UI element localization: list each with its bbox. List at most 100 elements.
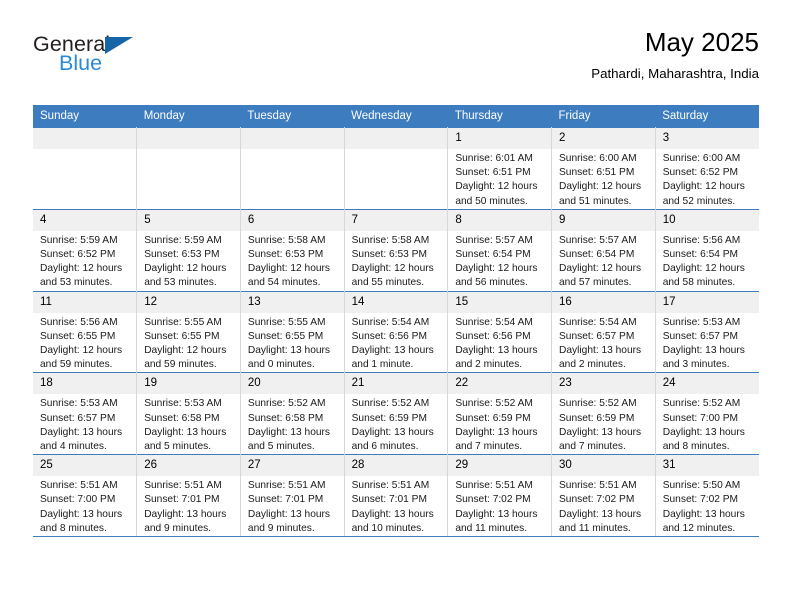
calendar-day-cell-empty — [33, 127, 138, 210]
day-detail-line: Daylight: 12 hours — [559, 181, 642, 193]
calendar-day-cell[interactable]: 22 Sunrise: 5:52 AM Sunset: 6:59 PM Dayligh… — [447, 372, 553, 455]
day-details: Sunrise: 5:51 AM Sunset: 7:02 PM Daylight:… — [448, 476, 551, 536]
calendar-day-cell[interactable]: 4 Sunrise: 5:59 AM Sunset: 6:52 PM Daylight… — [33, 208, 138, 292]
calendar-week-row: 18 Sunrise: 5:53 AM Sunset: 6:57 PM Dayligh… — [33, 372, 759, 455]
calendar-day-cell[interactable]: 10 Sunrise: 5:56 AM Sunset: 6:54 PM Dayligh… — [655, 208, 759, 292]
location-subtitle: Pathardi, Maharashtra, India — [591, 65, 759, 81]
calendar-day-cell[interactable]: 7 Sunrise: 5:58 AM Sunset: 6:53 PM Daylight… — [344, 208, 449, 292]
day-detail-line: Sunrise: 6:00 AM — [559, 153, 637, 164]
day-number: 11 — [33, 291, 137, 313]
day-detail-line: Sunset: 6:55 PM — [40, 330, 116, 342]
calendar-day-cell[interactable]: 21 Sunrise: 5:52 AM Sunset: 6:59 PM Dayligh… — [344, 372, 449, 455]
day-detail-line: Sunrise: 5:57 AM — [559, 234, 637, 246]
day-detail-line: and 58 minutes. — [662, 277, 736, 289]
day-detail-line: Sunrise: 5:53 AM — [662, 316, 741, 328]
calendar-day-cell[interactable]: 8 Sunrise: 5:57 AM Sunset: 6:54 PM Daylight… — [447, 208, 553, 292]
calendar-day-cell[interactable]: 18 Sunrise: 5:53 AM Sunset: 6:57 PM Dayligh… — [33, 372, 138, 455]
day-number — [344, 128, 448, 149]
day-detail-line: Daylight: 13 hours — [247, 508, 331, 520]
calendar-day-cell[interactable]: 27 Sunrise: 5:51 AM Sunset: 7:01 PM Dayligh… — [240, 454, 345, 538]
day-detail-line: Sunrise: 5:52 AM — [247, 398, 326, 410]
calendar-week-row: 11 Sunrise: 5:56 AM Sunset: 6:55 PM Dayligh… — [33, 290, 759, 373]
day-detail-line: and 9 minutes. — [247, 522, 315, 534]
calendar-day-cell[interactable]: 1 Sunrise: 6:01 AM Sunset: 6:51 PM Daylight… — [447, 127, 553, 210]
day-detail-line: Daylight: 13 hours — [351, 345, 434, 357]
day-detail-line: Daylight: 13 hours — [455, 426, 538, 438]
calendar-day-cell[interactable]: 11 Sunrise: 5:56 AM Sunset: 6:55 PM Dayligh… — [33, 290, 138, 373]
day-details: Sunrise: 6:00 AM Sunset: 6:52 PM Daylight:… — [656, 149, 759, 209]
day-number: 27 — [240, 455, 344, 477]
day-details: Sunrise: 5:58 AM Sunset: 6:53 PM Daylight:… — [345, 231, 448, 291]
calendar-day-cell[interactable]: 23 Sunrise: 5:52 AM Sunset: 6:59 PM Dayligh… — [551, 372, 656, 455]
day-detail-line: and 9 minutes. — [144, 522, 212, 534]
day-number: 1 — [448, 128, 552, 149]
general-blue-logo[interactable]: General Blue — [33, 33, 233, 90]
calendar-day-cell[interactable]: 5 Sunrise: 5:59 AM Sunset: 6:53 PM Daylight… — [136, 208, 241, 292]
day-detail-line: Sunrise: 5:59 AM — [144, 234, 222, 246]
day-detail-line: Sunrise: 6:00 AM — [662, 153, 741, 164]
day-detail-line: Sunset: 6:59 PM — [351, 412, 427, 424]
calendar-day-cell[interactable]: 29 Sunrise: 5:51 AM Sunset: 7:02 PM Dayligh… — [447, 454, 553, 538]
calendar-day-cell[interactable]: 15 Sunrise: 5:54 AM Sunset: 6:56 PM Dayligh… — [447, 290, 553, 373]
calendar-day-cell[interactable]: 26 Sunrise: 5:51 AM Sunset: 7:01 PM Dayligh… — [136, 454, 241, 538]
day-detail-line: Daylight: 13 hours — [40, 426, 123, 438]
day-detail-line: Daylight: 13 hours — [455, 508, 538, 520]
calendar-day-cell[interactable]: 13 Sunrise: 5:55 AM Sunset: 6:55 PM Dayligh… — [240, 290, 345, 373]
day-detail-line: and 2 minutes. — [559, 359, 626, 371]
day-detail-line: Sunset: 6:53 PM — [247, 249, 324, 261]
day-number: 31 — [655, 455, 759, 477]
day-detail-line: Sunrise: 5:52 AM — [662, 398, 741, 410]
day-detail-line: Sunrise: 5:59 AM — [40, 234, 118, 246]
calendar-day-cell[interactable]: 30 Sunrise: 5:51 AM Sunset: 7:02 PM Dayligh… — [551, 454, 656, 538]
day-detail-line: Sunset: 7:02 PM — [455, 494, 531, 506]
day-detail-line: and 59 minutes. — [40, 359, 113, 371]
day-detail-line: and 3 minutes. — [662, 359, 730, 371]
day-detail-line: Sunset: 7:02 PM — [662, 494, 739, 506]
day-detail-line: and 5 minutes. — [144, 441, 212, 453]
day-detail-line: Daylight: 13 hours — [559, 508, 642, 520]
calendar-day-cell[interactable]: 2 Sunrise: 6:00 AM Sunset: 6:51 PM Daylight… — [551, 127, 656, 210]
day-detail-line: Daylight: 13 hours — [455, 345, 538, 357]
day-detail-line: Daylight: 12 hours — [351, 263, 434, 275]
day-detail-line: Daylight: 13 hours — [247, 345, 331, 357]
calendar-day-cell[interactable]: 24 Sunrise: 5:52 AM Sunset: 7:00 PM Dayligh… — [655, 372, 759, 455]
day-details: Sunrise: 5:52 AM Sunset: 6:59 PM Daylight:… — [345, 394, 448, 454]
day-detail-line: Sunset: 6:57 PM — [40, 412, 116, 424]
day-detail-line: and 53 minutes. — [144, 277, 217, 289]
calendar-day-cell[interactable]: 12 Sunrise: 5:55 AM Sunset: 6:55 PM Dayligh… — [136, 290, 241, 373]
day-details: Sunrise: 5:51 AM Sunset: 7:00 PM Daylight:… — [33, 476, 136, 536]
day-detail-line: and 55 minutes. — [351, 277, 425, 289]
day-detail-line: Sunset: 6:56 PM — [455, 330, 531, 342]
day-detail-line: Sunset: 7:02 PM — [559, 494, 635, 506]
calendar-page: General Blue May 2025 Pathardi, Maharash… — [0, 0, 792, 612]
day-details: Sunrise: 5:51 AM Sunset: 7:01 PM Daylight:… — [137, 476, 240, 536]
calendar-day-cell[interactable]: 25 Sunrise: 5:51 AM Sunset: 7:00 PM Dayligh… — [33, 454, 138, 538]
calendar-day-cell[interactable]: 3 Sunrise: 6:00 AM Sunset: 6:52 PM Daylight… — [655, 127, 759, 210]
day-detail-line: Daylight: 13 hours — [144, 426, 227, 438]
calendar-day-cell[interactable]: 19 Sunrise: 5:53 AM Sunset: 6:58 PM Dayligh… — [136, 372, 241, 455]
day-number: 24 — [655, 373, 759, 395]
weekday-header-thursday: Thursday — [447, 105, 552, 128]
calendar-day-cell[interactable]: 16 Sunrise: 5:54 AM Sunset: 6:57 PM Dayligh… — [551, 290, 656, 373]
day-detail-line: Sunrise: 5:51 AM — [40, 480, 118, 492]
day-detail-line: Sunset: 7:01 PM — [351, 494, 427, 506]
day-number: 17 — [655, 291, 759, 313]
day-detail-line: Sunrise: 5:56 AM — [662, 234, 741, 246]
day-detail-line: Sunrise: 5:55 AM — [247, 316, 326, 328]
calendar-day-cell[interactable]: 17 Sunrise: 5:53 AM Sunset: 6:57 PM Dayligh… — [655, 290, 759, 373]
calendar-week-row: 25 Sunrise: 5:51 AM Sunset: 7:00 PM Dayligh… — [33, 454, 759, 538]
day-detail-line: Sunrise: 6:01 AM — [455, 153, 533, 164]
day-number: 4 — [33, 209, 137, 231]
day-detail-line: Sunrise: 5:55 AM — [144, 316, 222, 328]
calendar-day-cell[interactable]: 6 Sunrise: 5:58 AM Sunset: 6:53 PM Daylight… — [240, 208, 345, 292]
calendar-day-cell[interactable]: 9 Sunrise: 5:57 AM Sunset: 6:54 PM Daylight… — [551, 208, 656, 292]
calendar-day-cell[interactable]: 14 Sunrise: 5:54 AM Sunset: 6:56 PM Dayligh… — [344, 290, 449, 373]
day-detail-line: Sunrise: 5:51 AM — [559, 480, 637, 492]
day-detail-line: Sunset: 6:53 PM — [144, 249, 220, 261]
day-details: Sunrise: 5:59 AM Sunset: 6:53 PM Daylight:… — [137, 231, 240, 291]
calendar-day-cell[interactable]: 28 Sunrise: 5:51 AM Sunset: 7:01 PM Dayligh… — [344, 454, 449, 538]
calendar-day-cell[interactable]: 31 Sunrise: 5:50 AM Sunset: 7:02 PM Dayligh… — [655, 454, 759, 538]
day-number: 20 — [240, 373, 344, 395]
day-detail-line: Daylight: 12 hours — [662, 181, 745, 193]
calendar-day-cell[interactable]: 20 Sunrise: 5:52 AM Sunset: 6:58 PM Dayligh… — [240, 372, 345, 455]
